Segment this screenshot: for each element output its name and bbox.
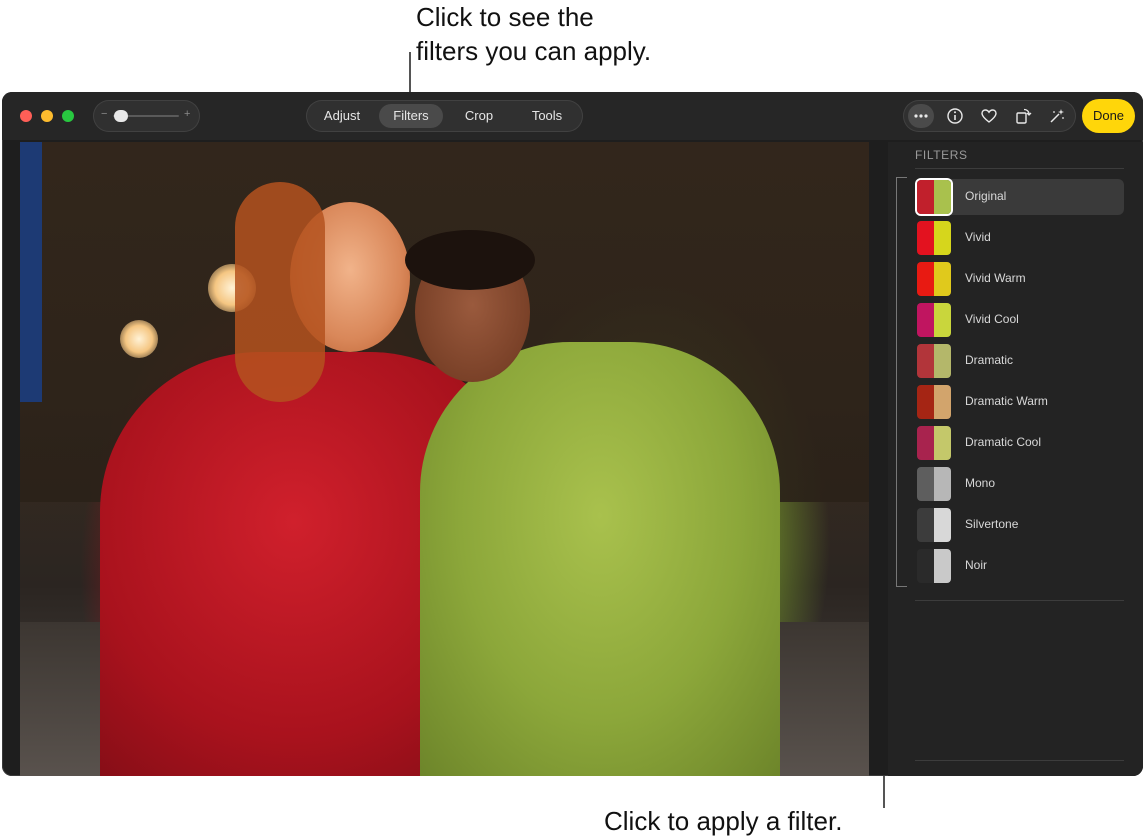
filter-thumbnail (917, 262, 951, 296)
callout-top-line2: filters you can apply. (416, 36, 652, 66)
callout-top-line1: Click to see the (416, 2, 594, 32)
filter-label: Silvertone (965, 517, 1019, 531)
info-icon (947, 108, 963, 124)
sky-strip (20, 142, 42, 402)
favorite-button[interactable] (976, 104, 1002, 128)
divider (915, 168, 1124, 169)
zoom-plus-icon: + (184, 108, 191, 120)
filter-label: Dramatic Cool (965, 435, 1042, 449)
filter-dramatic[interactable]: Dramatic (915, 343, 1124, 379)
filter-dramatic-cool[interactable]: Dramatic Cool (915, 425, 1124, 461)
street-lamp (120, 320, 158, 358)
filter-thumbnail (917, 180, 951, 214)
person-hair (405, 230, 535, 290)
filter-thumbnail (917, 508, 951, 542)
zoom-knob[interactable] (114, 110, 128, 122)
photo-canvas[interactable] (20, 142, 869, 776)
filter-label: Dramatic (965, 353, 1014, 367)
panel-title: FILTERS (915, 148, 968, 162)
zoom-window-button[interactable] (62, 110, 74, 122)
auto-enhance-icon (1050, 109, 1064, 123)
filter-label: Vivid Cool (965, 312, 1019, 326)
tab-crop[interactable]: Crop (449, 104, 509, 128)
filter-mono[interactable]: Mono (915, 466, 1124, 502)
filter-noir[interactable]: Noir (915, 548, 1124, 584)
filter-list-bracket (896, 177, 907, 587)
filter-thumbnail (917, 385, 951, 419)
callout-apply-filter: Click to apply a filter. (604, 806, 843, 836)
rotate-button[interactable] (1010, 104, 1036, 128)
filter-thumbnail (917, 303, 951, 337)
filter-dramatic-warm[interactable]: Dramatic Warm (915, 384, 1124, 420)
filter-thumbnail (917, 344, 951, 378)
divider (915, 760, 1124, 761)
toolbar: − + Adjust Filters Crop Tools Done (2, 92, 1143, 140)
filter-thumbnail (917, 221, 951, 255)
filter-label: Noir (965, 558, 988, 572)
filter-original[interactable]: Original (915, 179, 1124, 215)
filter-thumbnail (917, 426, 951, 460)
heart-icon (981, 109, 997, 123)
tab-tools[interactable]: Tools (515, 104, 579, 128)
filter-vivid[interactable]: Vivid (915, 220, 1124, 256)
info-button[interactable] (942, 104, 968, 128)
tab-filters[interactable]: Filters (379, 104, 443, 128)
zoom-minus-icon: − (101, 108, 108, 120)
tab-adjust[interactable]: Adjust (312, 104, 372, 128)
filter-label: Original (965, 189, 1007, 203)
green-sweater (420, 342, 780, 776)
more-icon (914, 114, 928, 118)
minimize-window-button[interactable] (41, 110, 53, 122)
filter-label: Dramatic Warm (965, 394, 1048, 408)
photos-window: − + Adjust Filters Crop Tools Done FILTE… (2, 92, 1143, 776)
filter-label: Vivid (965, 230, 991, 244)
edit-tabs: Adjust Filters Crop Tools (306, 100, 583, 132)
tool-buttons (903, 100, 1076, 132)
filter-thumbnail (917, 467, 951, 501)
more-button[interactable] (908, 104, 934, 128)
auto-enhance-button[interactable] (1044, 104, 1070, 128)
filter-vivid-cool[interactable]: Vivid Cool (915, 302, 1124, 338)
filter-silvertone[interactable]: Silvertone (915, 507, 1124, 543)
zoom-slider[interactable]: − + (93, 100, 200, 132)
filter-vivid-warm[interactable]: Vivid Warm (915, 261, 1124, 297)
rotate-icon (1016, 108, 1032, 124)
callout-filters-tab: Click to see the filters you can apply. (416, 0, 736, 68)
close-window-button[interactable] (20, 110, 32, 122)
filter-label: Vivid Warm (965, 271, 1026, 285)
person-hair (235, 182, 325, 402)
filter-thumbnail (917, 549, 951, 583)
done-button[interactable]: Done (1082, 99, 1135, 133)
filter-label: Mono (965, 476, 996, 490)
divider (915, 600, 1124, 601)
filters-panel: FILTERS Original Vivid Vivid Warm Vivid … (888, 142, 1143, 776)
